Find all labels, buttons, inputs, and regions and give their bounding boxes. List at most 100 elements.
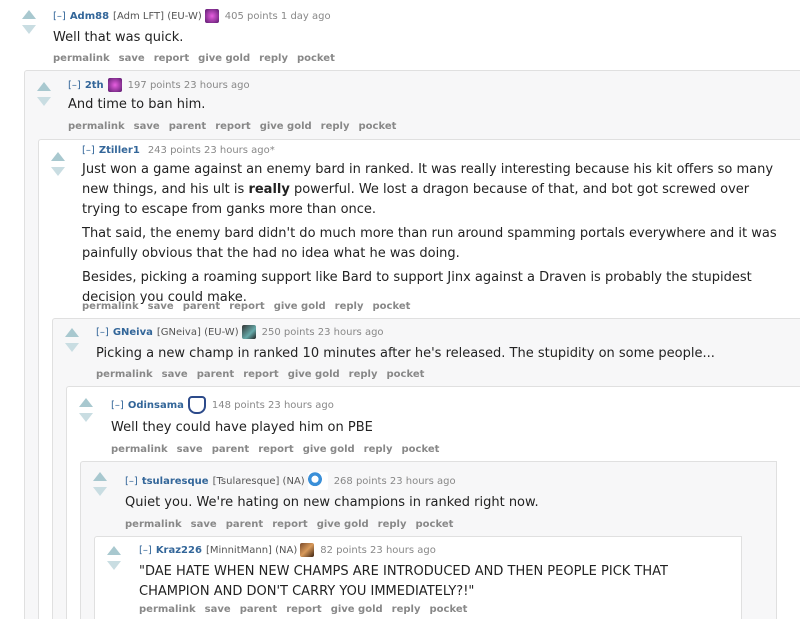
give-gold-button[interactable]: give gold bbox=[260, 121, 312, 132]
parent-button[interactable]: parent bbox=[212, 444, 250, 455]
comment-actions: permalink save report give gold reply pocket bbox=[53, 53, 344, 64]
reply-button[interactable]: reply bbox=[349, 369, 378, 380]
give-gold-button[interactable]: give gold bbox=[303, 444, 355, 455]
author-link[interactable]: Adm88 bbox=[70, 11, 109, 22]
give-gold-button[interactable]: give gold bbox=[331, 604, 383, 615]
reply-button[interactable]: reply bbox=[378, 519, 407, 530]
save-button[interactable]: save bbox=[205, 604, 231, 615]
author-link[interactable]: Ztiller1 bbox=[99, 145, 140, 156]
report-button[interactable]: report bbox=[258, 444, 293, 455]
parent-button[interactable]: parent bbox=[226, 519, 264, 530]
upvote-arrow-icon[interactable] bbox=[22, 10, 36, 19]
collapse-toggle[interactable]: [–] bbox=[68, 80, 81, 91]
comment-tagline: [–] tsularesque [Tsularesque] (NA) 268 poin… bbox=[125, 472, 456, 490]
score-time: 243 points 23 hours ago* bbox=[147, 145, 275, 156]
parent-button[interactable]: parent bbox=[183, 301, 221, 312]
pocket-button[interactable]: pocket bbox=[297, 53, 335, 64]
comment-text: "DAE HATE WHEN NEW CHAMPS ARE INTRODUCED… bbox=[139, 564, 668, 599]
upvote-arrow-icon[interactable] bbox=[65, 328, 79, 337]
save-button[interactable]: save bbox=[177, 444, 203, 455]
give-gold-button[interactable]: give gold bbox=[288, 369, 340, 380]
comment-thread: [–] Adm88 [Adm LFT] (EU-W) 405 points 1 day… bbox=[0, 0, 800, 619]
collapse-toggle[interactable]: [–] bbox=[111, 400, 124, 411]
comment-actions: permalink save parent report give gold reply p… bbox=[139, 604, 476, 615]
comment-tagline: [–] Adm88 [Adm LFT] (EU-W) 405 points 1 day… bbox=[53, 9, 331, 24]
collapse-toggle[interactable]: [–] bbox=[125, 476, 138, 487]
permalink-button[interactable]: permalink bbox=[125, 519, 182, 530]
user-flair-icon bbox=[107, 78, 122, 92]
comment-body: "DAE HATE WHEN NEW CHAMPS ARE INTRODUCED… bbox=[139, 562, 739, 606]
user-flair-icon bbox=[241, 325, 256, 339]
author-link[interactable]: Kraz226 bbox=[156, 545, 202, 556]
permalink-button[interactable]: permalink bbox=[111, 444, 168, 455]
upvote-arrow-icon[interactable] bbox=[51, 152, 65, 161]
score-time: 268 points 23 hours ago bbox=[333, 476, 456, 487]
save-button[interactable]: save bbox=[134, 121, 160, 132]
report-button[interactable]: report bbox=[229, 301, 264, 312]
pocket-button[interactable]: pocket bbox=[402, 444, 440, 455]
parent-button[interactable]: parent bbox=[240, 604, 278, 615]
author-link[interactable]: Odinsama bbox=[128, 400, 184, 411]
downvote-arrow-icon[interactable] bbox=[79, 413, 93, 422]
pocket-button[interactable]: pocket bbox=[416, 519, 454, 530]
reply-button[interactable]: reply bbox=[259, 53, 288, 64]
parent-button[interactable]: parent bbox=[169, 121, 207, 132]
pocket-button[interactable]: pocket bbox=[387, 369, 425, 380]
author-link[interactable]: 2th bbox=[85, 80, 104, 91]
collapse-toggle[interactable]: [–] bbox=[139, 545, 152, 556]
downvote-arrow-icon[interactable] bbox=[37, 97, 51, 106]
downvote-arrow-icon[interactable] bbox=[107, 561, 121, 570]
score-time: 197 points 23 hours ago bbox=[127, 80, 250, 91]
vote-box bbox=[93, 472, 109, 496]
comment-body: And time to ban him. bbox=[68, 95, 768, 119]
pocket-button[interactable]: pocket bbox=[373, 301, 411, 312]
collapse-toggle[interactable]: [–] bbox=[96, 327, 109, 338]
reply-button[interactable]: reply bbox=[321, 121, 350, 132]
report-button[interactable]: report bbox=[272, 519, 307, 530]
vote-box bbox=[22, 10, 38, 34]
downvote-arrow-icon[interactable] bbox=[51, 167, 65, 176]
permalink-button[interactable]: permalink bbox=[53, 53, 110, 64]
author-link[interactable]: tsularesque bbox=[142, 476, 209, 487]
reply-button[interactable]: reply bbox=[335, 301, 364, 312]
permalink-button[interactable]: permalink bbox=[68, 121, 125, 132]
save-button[interactable]: save bbox=[119, 53, 145, 64]
upvote-arrow-icon[interactable] bbox=[37, 82, 51, 91]
collapse-toggle[interactable]: [–] bbox=[53, 11, 66, 22]
user-flair-icon bbox=[187, 396, 206, 414]
downvote-arrow-icon[interactable] bbox=[22, 25, 36, 34]
upvote-arrow-icon[interactable] bbox=[79, 398, 93, 407]
downvote-arrow-icon[interactable] bbox=[93, 487, 107, 496]
reply-button[interactable]: reply bbox=[364, 444, 393, 455]
give-gold-button[interactable]: give gold bbox=[274, 301, 326, 312]
upvote-arrow-icon[interactable] bbox=[93, 472, 107, 481]
save-button[interactable]: save bbox=[162, 369, 188, 380]
author-link[interactable]: GNeiva bbox=[113, 327, 153, 338]
save-button[interactable]: save bbox=[191, 519, 217, 530]
parent-button[interactable]: parent bbox=[197, 369, 235, 380]
report-button[interactable]: report bbox=[243, 369, 278, 380]
vote-box bbox=[65, 328, 81, 352]
give-gold-button[interactable]: give gold bbox=[317, 519, 369, 530]
user-flair: [GNeiva] (EU-W) bbox=[156, 327, 239, 338]
permalink-button[interactable]: permalink bbox=[96, 369, 153, 380]
downvote-arrow-icon[interactable] bbox=[65, 343, 79, 352]
vote-box bbox=[37, 82, 53, 106]
report-button[interactable]: report bbox=[154, 53, 189, 64]
upvote-arrow-icon[interactable] bbox=[107, 546, 121, 555]
user-flair: [MinnitMann] (NA) bbox=[205, 545, 298, 556]
collapse-toggle[interactable]: [–] bbox=[82, 145, 95, 156]
save-button[interactable]: save bbox=[148, 301, 174, 312]
report-button[interactable]: report bbox=[286, 604, 321, 615]
permalink-button[interactable]: permalink bbox=[139, 604, 196, 615]
give-gold-button[interactable]: give gold bbox=[198, 53, 250, 64]
reply-button[interactable]: reply bbox=[392, 604, 421, 615]
pocket-button[interactable]: pocket bbox=[430, 604, 468, 615]
permalink-button[interactable]: permalink bbox=[82, 301, 139, 312]
user-flair: [Tsularesque] (NA) bbox=[212, 476, 305, 487]
report-button[interactable]: report bbox=[215, 121, 250, 132]
comment-actions: permalink save parent report give gold reply p… bbox=[96, 369, 433, 380]
comment-body: Picking a new champ in ranked 10 minutes… bbox=[96, 344, 786, 368]
pocket-button[interactable]: pocket bbox=[359, 121, 397, 132]
comment-body: Well they could have played him on PBE bbox=[111, 418, 781, 442]
